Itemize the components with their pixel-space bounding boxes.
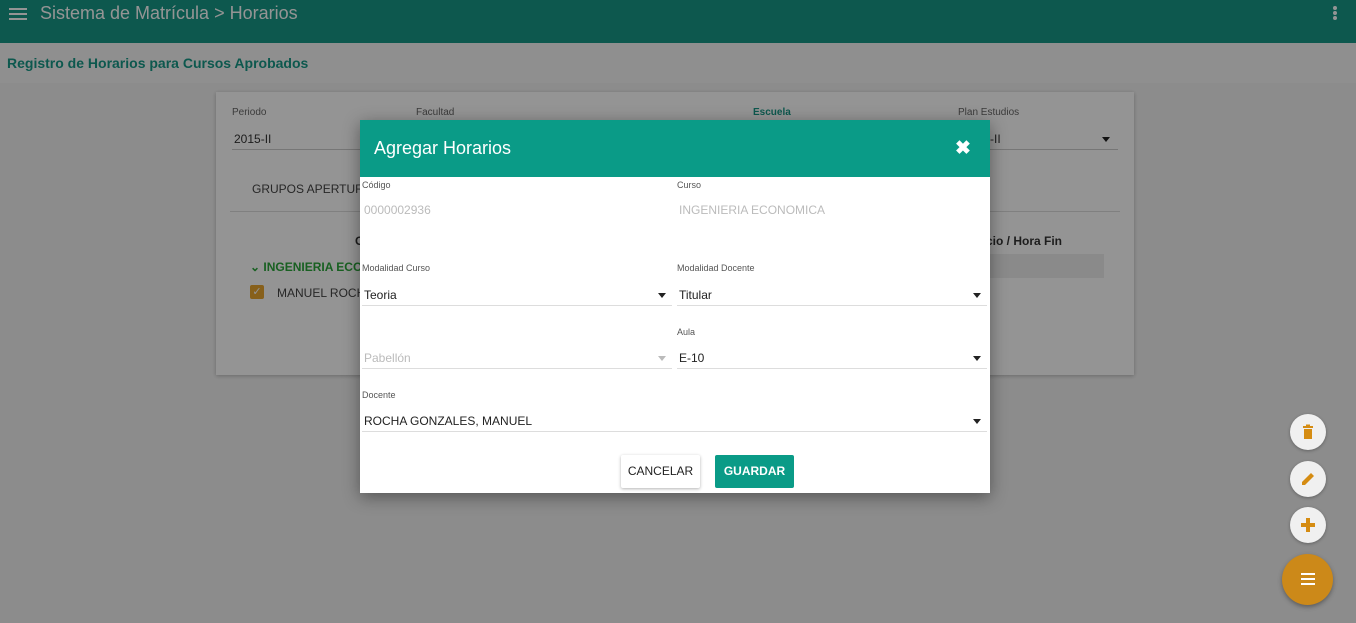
- save-button[interactable]: GUARDAR: [715, 455, 794, 488]
- pencil-icon: [1302, 473, 1314, 485]
- delete-fab[interactable]: [1290, 414, 1326, 450]
- aula-select[interactable]: E-10: [679, 351, 704, 365]
- curso-label: Curso: [677, 180, 702, 190]
- docente-underline: [362, 431, 987, 432]
- curso-field: INGENIERIA ECONOMICA: [679, 203, 826, 217]
- cancel-button[interactable]: CANCELAR: [621, 455, 700, 488]
- modalidad-curso-underline: [362, 305, 672, 306]
- dialog-header: Agregar Horarios ✖: [360, 120, 990, 177]
- add-fab[interactable]: [1290, 507, 1326, 543]
- aula-caret-icon[interactable]: [973, 356, 981, 361]
- close-icon[interactable]: ✖: [955, 139, 971, 158]
- main-menu-fab[interactable]: [1282, 554, 1333, 605]
- modalidad-docente-caret-icon[interactable]: [973, 293, 981, 298]
- docente-select[interactable]: ROCHA GONZALES, MANUEL: [364, 414, 532, 428]
- codigo-label: Código: [362, 180, 391, 190]
- pabellon-select[interactable]: Pabellón: [364, 351, 411, 365]
- dialog-title: Agregar Horarios: [374, 138, 512, 158]
- add-schedule-dialog: Agregar Horarios ✖ Código 0000002936 Cur…: [360, 120, 990, 493]
- trash-icon: [1303, 424, 1313, 439]
- edit-fab[interactable]: [1290, 461, 1326, 497]
- modalidad-docente-underline: [677, 305, 987, 306]
- codigo-field: 0000002936: [364, 203, 431, 217]
- docente-caret-icon[interactable]: [973, 419, 981, 424]
- modalidad-curso-label: Modalidad Curso: [362, 263, 431, 273]
- modalidad-curso-caret-icon[interactable]: [658, 293, 666, 298]
- plus-icon: [1301, 518, 1315, 532]
- aula-underline: [677, 368, 987, 369]
- pabellon-underline: [362, 368, 672, 369]
- aula-label: Aula: [677, 327, 696, 337]
- pabellon-caret-icon[interactable]: [658, 356, 666, 361]
- modalidad-docente-label: Modalidad Docente: [677, 263, 755, 273]
- docente-label: Docente: [362, 390, 396, 400]
- modalidad-curso-select[interactable]: Teoria: [364, 288, 397, 302]
- modalidad-docente-select[interactable]: Titular: [679, 288, 712, 302]
